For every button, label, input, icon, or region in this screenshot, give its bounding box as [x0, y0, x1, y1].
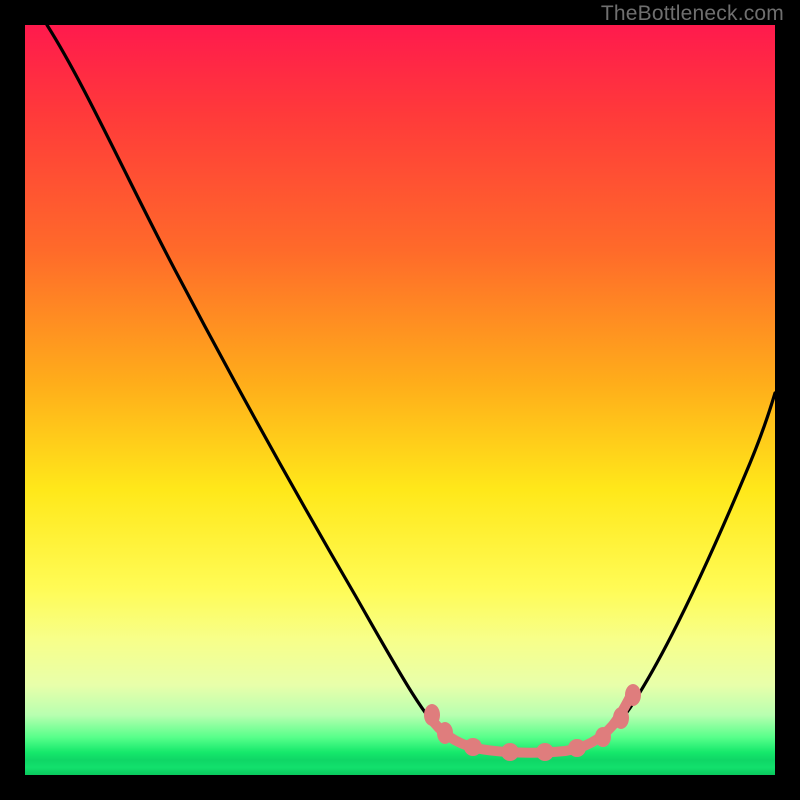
watermark-text: TheBottleneck.com	[601, 2, 784, 26]
bottleneck-curve	[47, 25, 775, 751]
chart-frame: TheBottleneck.com	[0, 0, 800, 800]
curve-layer	[25, 25, 775, 775]
plot-area	[25, 25, 775, 775]
